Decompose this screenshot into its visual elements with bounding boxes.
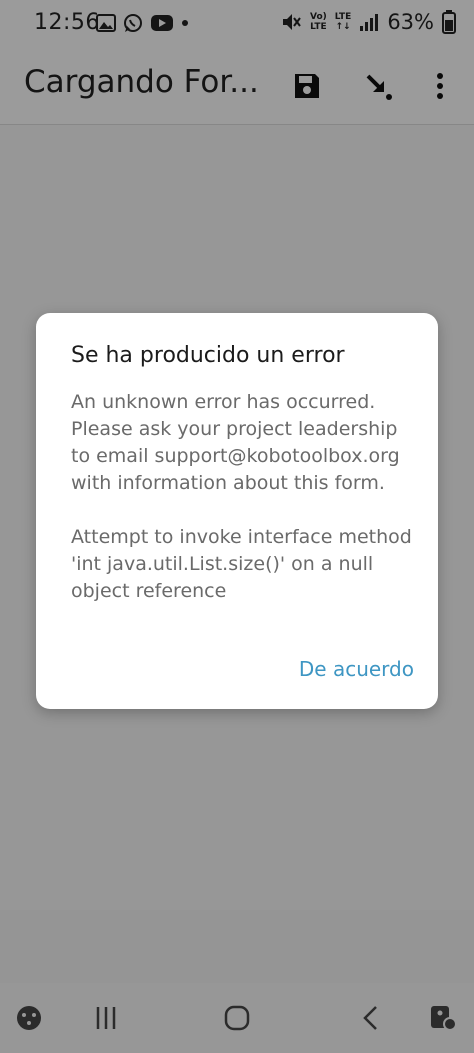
ok-button[interactable]: De acuerdo [299, 657, 414, 681]
error-dialog: Se ha producido un error An unknown erro… [36, 313, 438, 709]
dialog-message: An unknown error has occurred. Please as… [71, 391, 412, 602]
dialog-title: Se ha producido un error [71, 343, 345, 368]
screen: 12:56 Vo) LTE LTE ↑↓ 63% Cargando For...… [0, 0, 474, 1053]
